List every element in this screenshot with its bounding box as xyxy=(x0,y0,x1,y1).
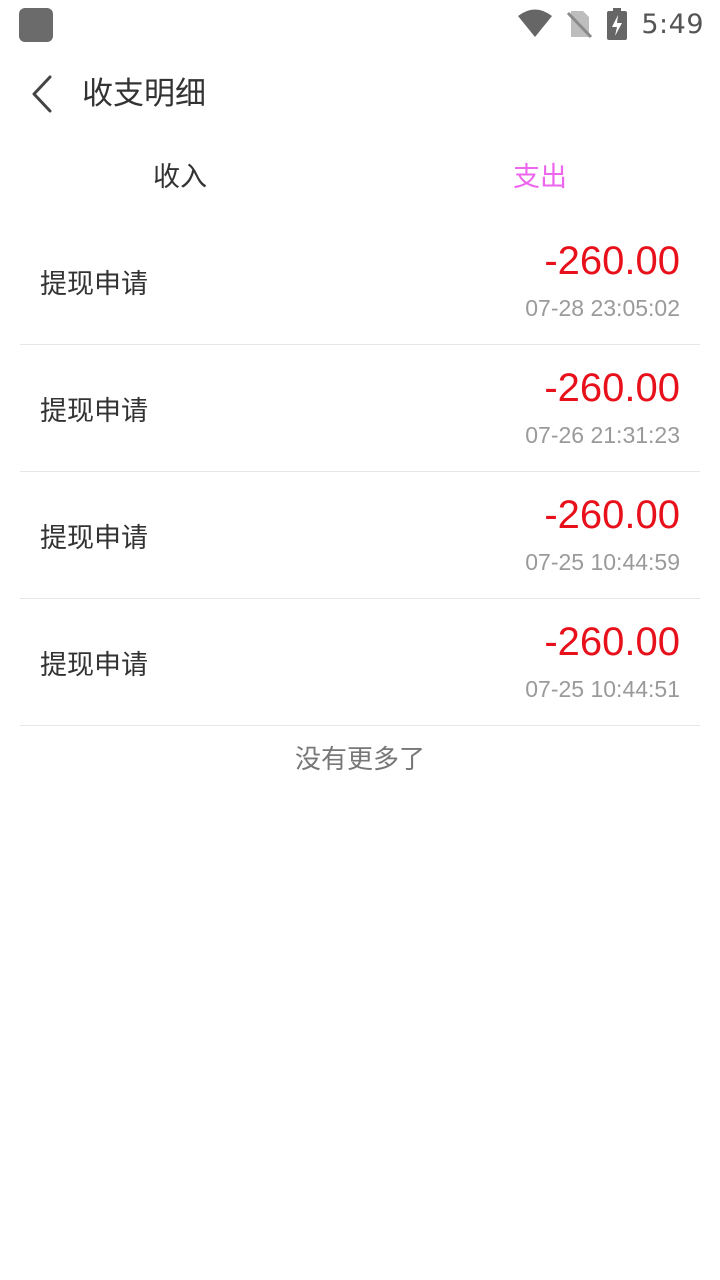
status-bar: 5:49 xyxy=(0,0,720,48)
tab-expense[interactable]: 支出 xyxy=(360,150,720,206)
record-row[interactable]: 提现申请 -260.00 07-25 10:44:51 xyxy=(20,599,700,726)
status-icons: 5:49 xyxy=(517,6,704,42)
no-more-text: 没有更多了 xyxy=(294,745,425,775)
record-time: 07-26 21:31:23 xyxy=(525,422,680,448)
page-title: 收支明细 xyxy=(82,76,206,112)
no-sim-icon xyxy=(567,11,593,39)
tab-bar: 收入 支出 xyxy=(0,150,720,206)
record-list: 提现申请 -260.00 07-28 23:05:02 提现申请 -260.00… xyxy=(20,218,700,726)
app-icon xyxy=(19,8,53,42)
back-button[interactable] xyxy=(22,72,62,116)
chevron-left-icon xyxy=(32,75,52,113)
app-header: 收支明细 xyxy=(0,48,720,138)
record-amount: -260.00 xyxy=(544,493,680,537)
record-label: 提现申请 xyxy=(40,522,148,554)
status-time: 5:49 xyxy=(641,8,704,40)
tab-income[interactable]: 收入 xyxy=(0,150,360,206)
battery-charging-icon xyxy=(607,8,628,40)
record-time: 07-25 10:44:59 xyxy=(525,549,680,575)
wifi-icon xyxy=(518,9,553,37)
record-time: 07-28 23:05:02 xyxy=(525,295,680,321)
record-row[interactable]: 提现申请 -260.00 07-25 10:44:59 xyxy=(20,472,700,599)
record-label: 提现申请 xyxy=(40,395,148,427)
record-amount: -260.00 xyxy=(544,239,680,283)
record-amount: -260.00 xyxy=(544,620,680,664)
record-label: 提现申请 xyxy=(40,268,148,300)
record-amount: -260.00 xyxy=(544,366,680,410)
record-time: 07-25 10:44:51 xyxy=(525,676,680,702)
record-label: 提现申请 xyxy=(40,649,148,681)
record-row[interactable]: 提现申请 -260.00 07-28 23:05:02 xyxy=(20,218,700,345)
record-row[interactable]: 提现申请 -260.00 07-26 21:31:23 xyxy=(20,345,700,472)
